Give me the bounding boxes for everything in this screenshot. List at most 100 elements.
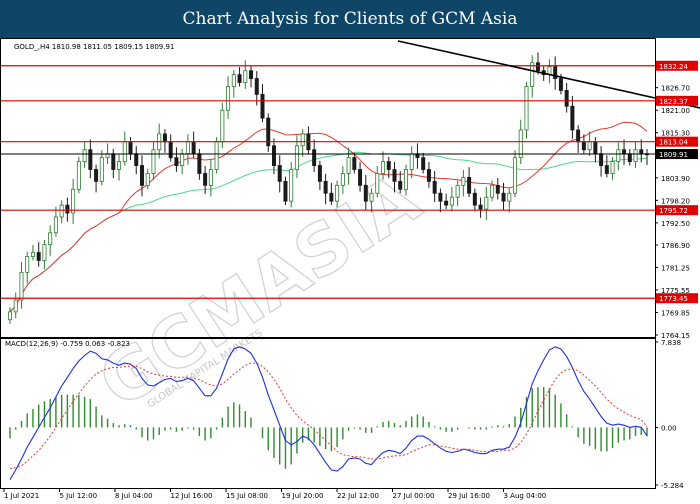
candle	[30, 245, 35, 261]
candle	[71, 179, 76, 225]
candle	[243, 60, 248, 89]
candle-body	[438, 192, 443, 202]
price-tick-label: 1821.00	[661, 107, 690, 115]
candle-body	[254, 78, 259, 95]
candle	[604, 155, 609, 178]
candle-body	[535, 62, 540, 72]
candle	[478, 197, 483, 218]
time-tick-label: 5 Jul 12:00	[60, 492, 98, 500]
candle	[610, 156, 615, 180]
candle	[174, 147, 179, 172]
candle-body	[622, 149, 627, 155]
candle	[553, 56, 558, 90]
candle-body	[249, 70, 254, 79]
candle	[495, 177, 500, 200]
candle-body	[162, 133, 167, 143]
candle-body	[76, 161, 81, 190]
time-tick-label: 27 Jul 00:00	[393, 492, 435, 500]
candle	[300, 129, 305, 157]
time-tick-label: 29 Jul 16:00	[448, 492, 490, 500]
candle	[645, 148, 649, 166]
candle-body	[335, 184, 340, 202]
candle-body	[283, 180, 288, 202]
candle	[312, 139, 317, 172]
candle-body	[289, 169, 294, 202]
price-tick-label: 1773.45	[659, 295, 688, 303]
candle-body	[231, 74, 236, 87]
candle	[151, 142, 156, 180]
candle-body	[547, 66, 552, 76]
candle	[455, 180, 460, 206]
candle-body	[226, 86, 231, 111]
candle-body	[576, 129, 581, 143]
candle	[432, 171, 437, 202]
candle-body	[570, 105, 575, 131]
candle-body	[449, 196, 454, 206]
candle-body	[13, 299, 18, 313]
candle	[472, 188, 477, 212]
candle	[271, 138, 276, 175]
candle	[633, 142, 638, 168]
candle-body	[409, 153, 414, 170]
candle	[622, 139, 627, 165]
candle-body	[329, 192, 334, 202]
candle-body	[294, 145, 299, 170]
candle	[59, 200, 64, 224]
candle-body	[524, 86, 529, 131]
candle-body	[610, 161, 615, 174]
candle-body	[627, 153, 632, 163]
candle	[530, 55, 535, 98]
candle-body	[604, 165, 609, 174]
price-tick-label: 1803.90	[661, 175, 690, 183]
price-tick-label: 1798.20	[661, 197, 690, 205]
candle-body	[467, 177, 472, 194]
candle-body	[581, 141, 586, 151]
candle	[507, 188, 512, 213]
watermark-text: GCMASIA	[85, 158, 434, 425]
candle-body	[128, 141, 133, 155]
candle-body	[53, 216, 58, 234]
candle-body	[478, 204, 483, 210]
candle-body	[398, 180, 403, 190]
time-tick-label: 3 Aug 04:00	[504, 492, 547, 500]
candle-body	[461, 177, 466, 186]
candle	[134, 146, 139, 175]
candle-body	[392, 169, 397, 182]
candle	[226, 76, 231, 119]
candle	[99, 150, 104, 186]
candle	[444, 193, 449, 210]
candle	[13, 292, 18, 319]
candle-body	[111, 153, 116, 170]
candle-body	[208, 169, 213, 186]
candle	[593, 137, 598, 163]
candle	[306, 126, 311, 154]
price-tick-label: 1769.85	[661, 309, 690, 317]
candle	[277, 155, 282, 193]
candle	[53, 206, 58, 237]
candle-body	[300, 133, 305, 147]
candle	[467, 167, 472, 198]
candle-body	[513, 157, 518, 194]
candle	[289, 162, 294, 208]
time-tick-label: 12 Jul 16:00	[171, 492, 213, 500]
candle-body	[490, 184, 495, 198]
candle-body	[346, 157, 351, 174]
candle	[237, 67, 242, 87]
candle-body	[134, 153, 139, 166]
candle	[415, 143, 420, 169]
candle	[317, 160, 322, 191]
price-tick-label: 1781.25	[661, 264, 690, 272]
candle	[599, 146, 604, 177]
candle	[524, 81, 529, 139]
candle-body	[25, 256, 30, 273]
candle	[8, 307, 12, 324]
candle-body	[593, 141, 598, 155]
candle-body	[117, 161, 122, 170]
candle-body	[180, 153, 185, 166]
price-tick-label: 1826.70	[661, 85, 690, 93]
price-tick-label: 1813.04	[659, 139, 688, 147]
candle-body	[203, 173, 208, 186]
candle-body	[139, 165, 144, 186]
candle-body	[145, 173, 150, 186]
candle	[36, 242, 41, 267]
